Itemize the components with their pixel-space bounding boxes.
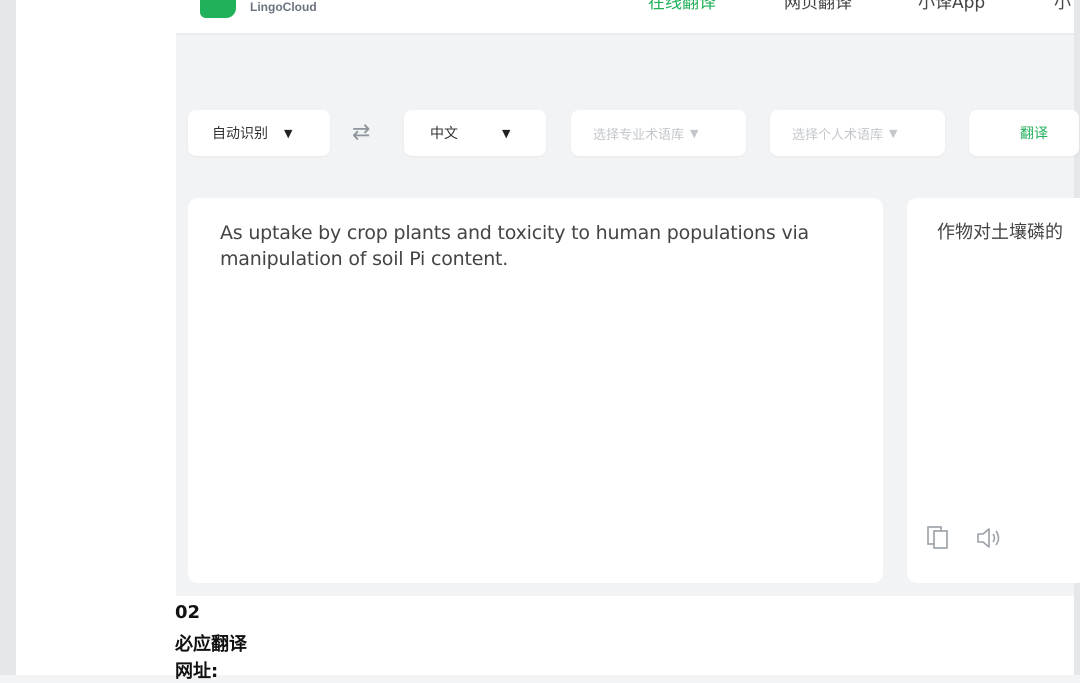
source-language-select[interactable]: 自动识别 ▼	[188, 110, 330, 156]
nav-more[interactable]: 小	[1054, 0, 1071, 13]
source-text-area[interactable]: As uptake by crop plants and toxicity to…	[188, 198, 883, 583]
url-label: 网址:	[175, 661, 219, 682]
section-number: 02	[175, 602, 201, 623]
nav-web-translate[interactable]: 网页翻译	[784, 0, 852, 13]
site-header: LingoCloud 在线翻译 网页翻译 小译App 小	[176, 0, 1074, 35]
source-text[interactable]: As uptake by crop plants and toxicity to…	[220, 220, 851, 272]
nav-app[interactable]: 小译App	[918, 0, 985, 13]
caret-down-icon: ▼	[690, 126, 699, 140]
section-title: 必应翻译	[175, 634, 247, 655]
speaker-icon[interactable]	[975, 526, 1003, 550]
logo-icon[interactable]	[200, 0, 236, 18]
translate-button[interactable]: 翻译	[969, 110, 1079, 156]
nav-online-translate[interactable]: 在线翻译	[648, 0, 716, 13]
personal-term-select[interactable]: 选择个人术语库 ▼	[770, 110, 945, 156]
left-margin	[0, 0, 16, 675]
caret-down-icon: ▼	[284, 126, 293, 140]
translate-panel: 自动识别 ▼ ⇄ 中文 ▼ 选择专业术语库 ▼ 选择个人术语库 ▼ 翻译 As …	[176, 35, 1080, 596]
page: LingoCloud 在线翻译 网页翻译 小译App 小 自动识别 ▼ ⇄ 中文…	[16, 0, 1080, 675]
translate-button-label: 翻译	[1020, 126, 1048, 142]
personal-term-label: 选择个人术语库	[792, 127, 884, 143]
caret-down-icon: ▼	[889, 126, 898, 140]
copy-icon[interactable]	[925, 524, 951, 550]
professional-term-select[interactable]: 选择专业术语库 ▼	[571, 110, 746, 156]
target-language-select[interactable]: 中文 ▼	[404, 110, 546, 156]
logo-text[interactable]: LingoCloud	[250, 0, 317, 14]
swap-icon[interactable]: ⇄	[352, 120, 370, 145]
translation-text: 作物对土壤磷的	[937, 222, 1063, 243]
source-language-label: 自动识别	[212, 126, 268, 142]
caret-down-icon: ▼	[502, 126, 511, 140]
target-language-label: 中文	[430, 126, 458, 142]
professional-term-label: 选择专业术语库	[593, 127, 685, 143]
translation-output: 作物对土壤磷的	[907, 198, 1080, 583]
